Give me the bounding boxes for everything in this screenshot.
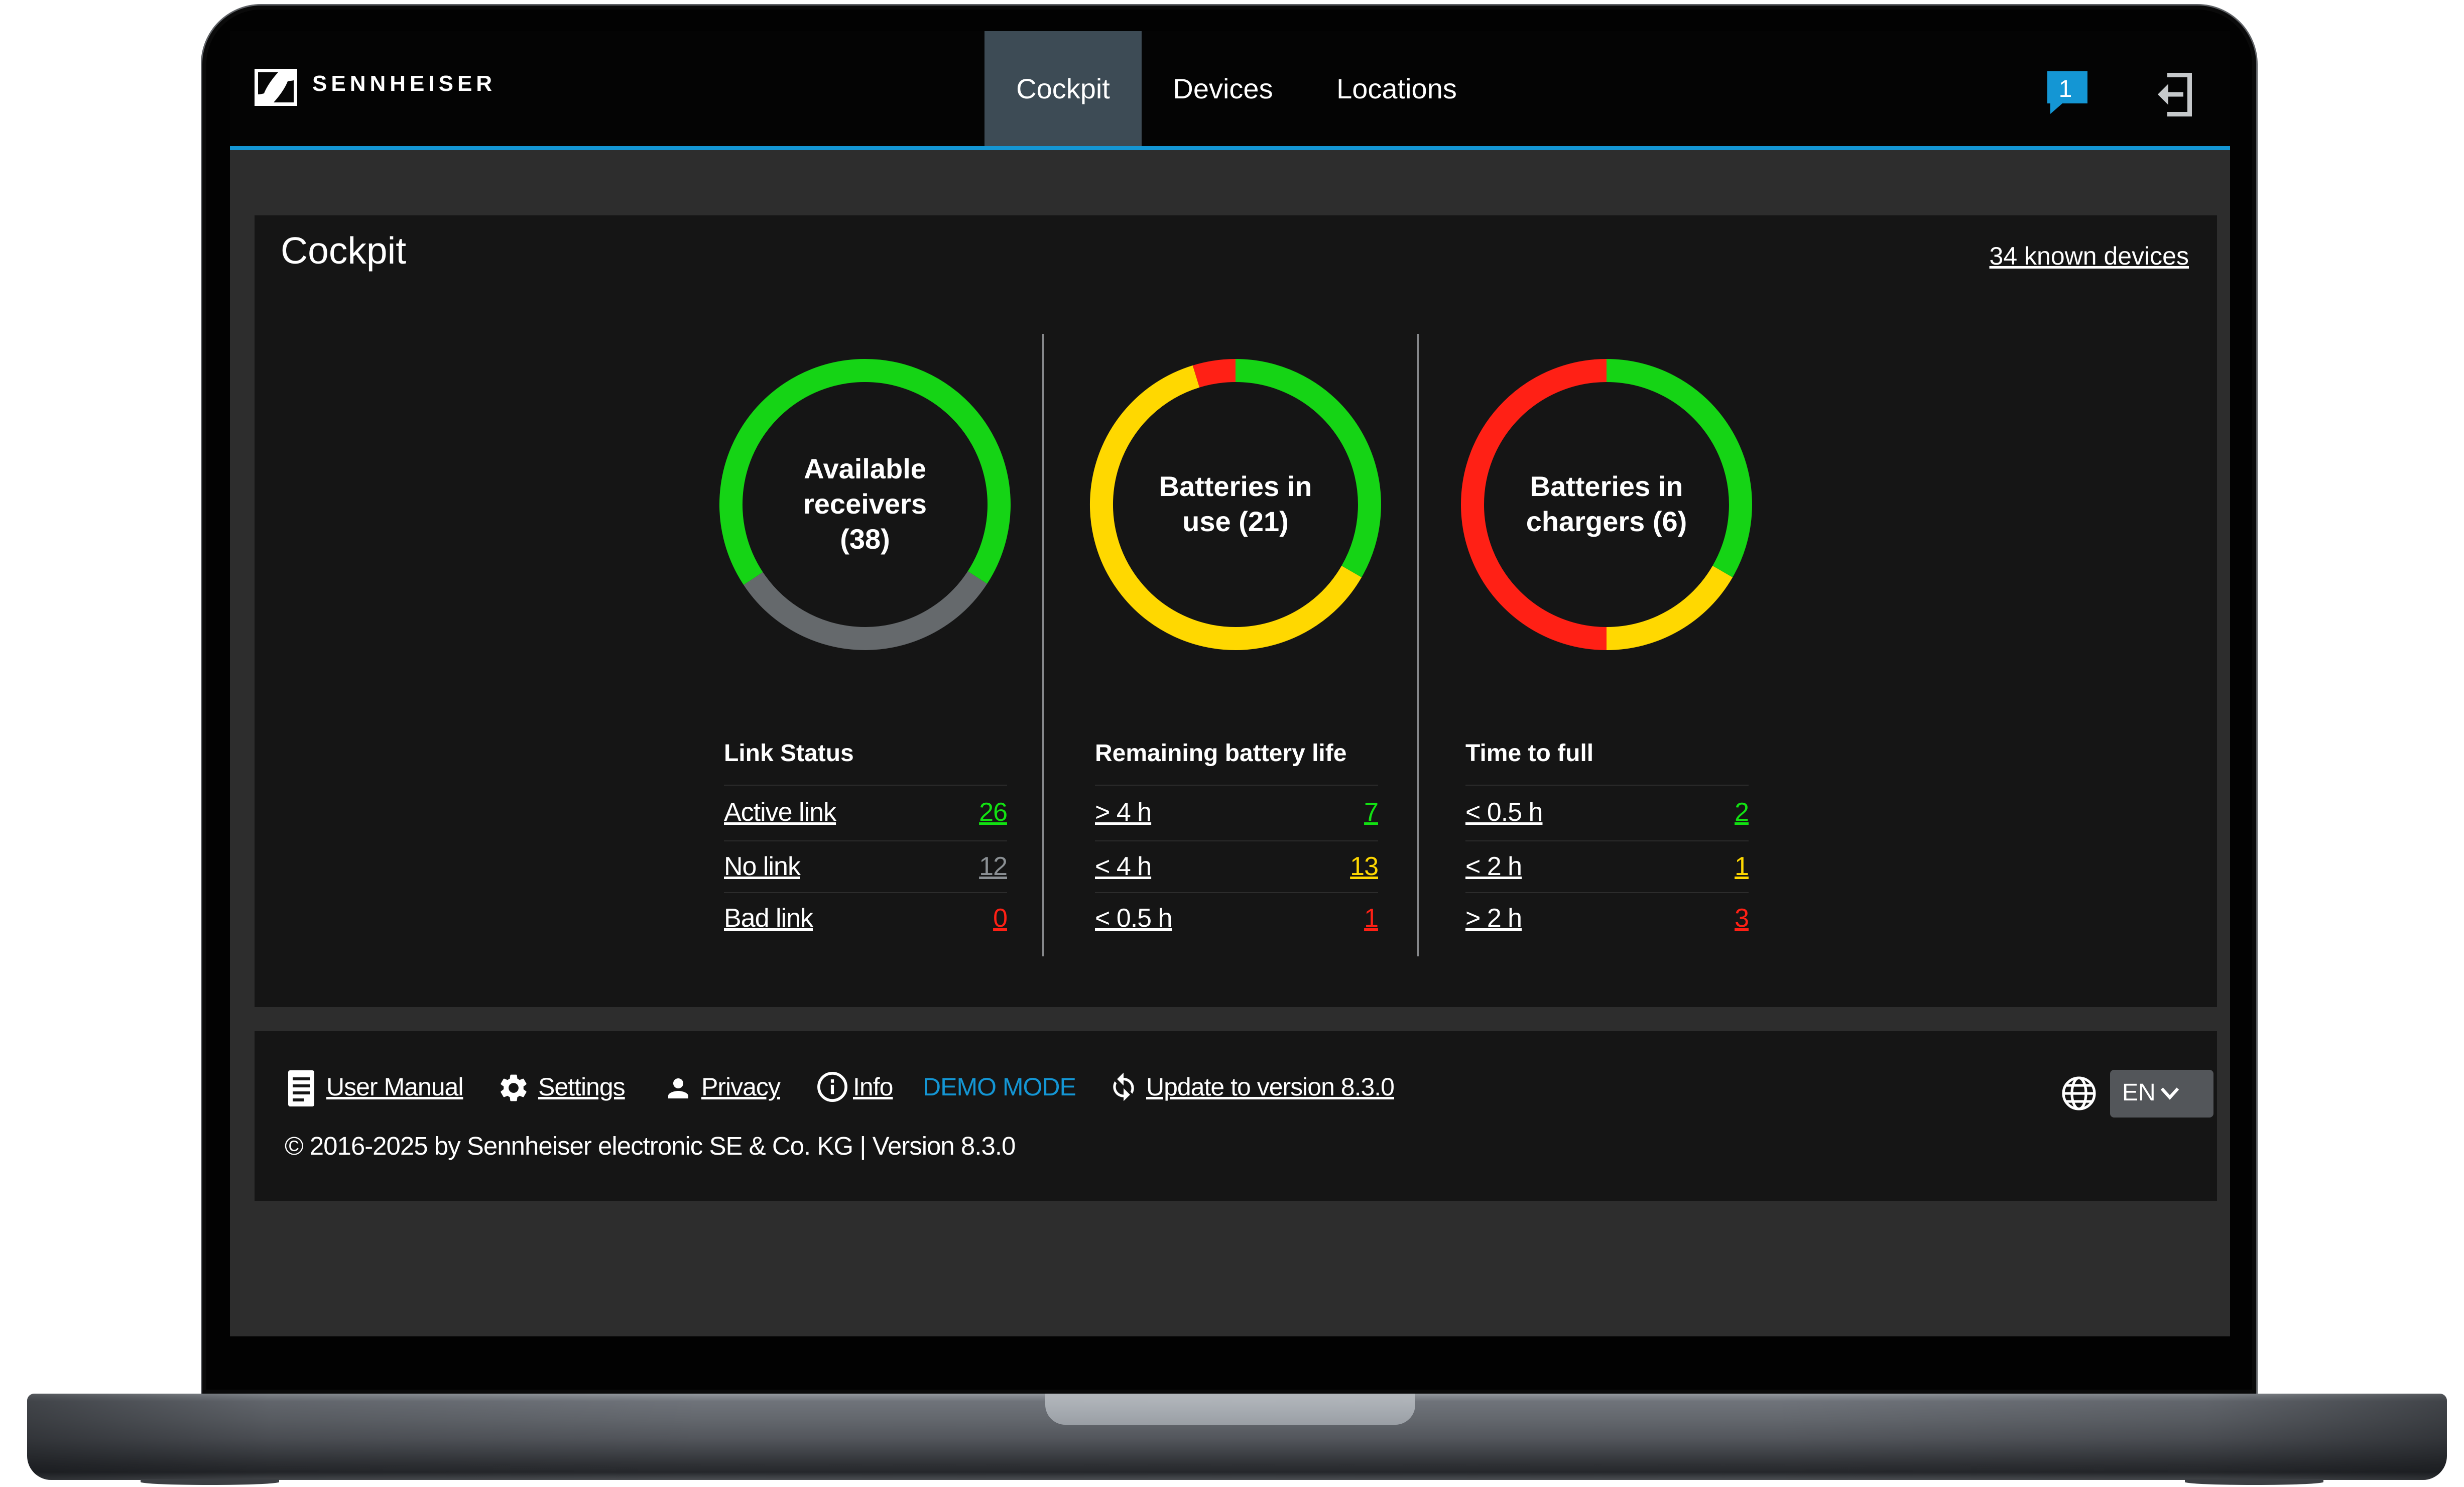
svg-text:1: 1 (2059, 76, 2072, 102)
